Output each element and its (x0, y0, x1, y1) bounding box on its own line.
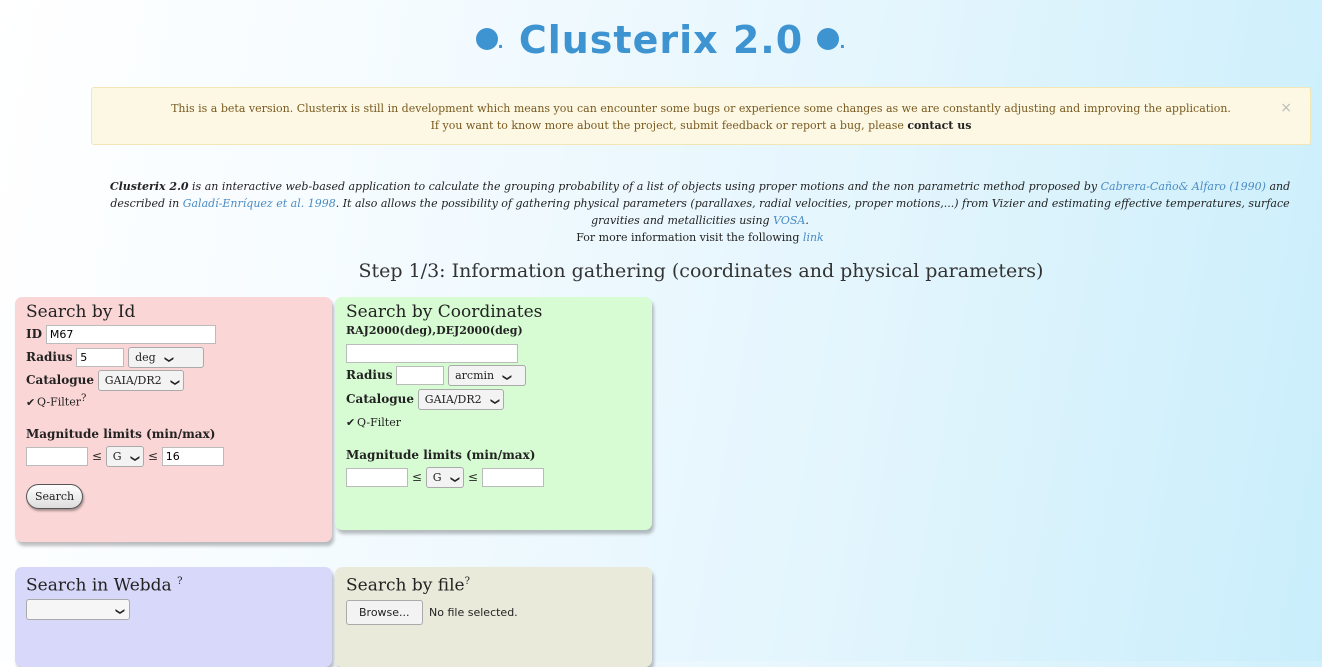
webda-select-row: ❯ (26, 598, 321, 620)
search-by-coordinates-title: Search by Coordinates (346, 302, 543, 322)
intro-text-4: . (805, 214, 809, 227)
mag-band-value: G (112, 449, 122, 463)
coords-mag-band-select[interactable]: G ❯ (425, 467, 465, 488)
coords-catalogue-label: Catalogue (346, 392, 414, 406)
mag-band-select[interactable]: G ❯ (105, 445, 145, 467)
search-in-webda-title: Search in Webda ? (26, 571, 321, 597)
search-by-file-panel: Search by file? Browse... No file select… (335, 567, 652, 667)
leq-symbol: ≤ (91, 448, 102, 463)
webda-title-text: Search in Webda (26, 575, 172, 596)
coordinates-input[interactable] (346, 344, 518, 363)
coordinates-row (346, 343, 641, 363)
coords-magnitude-row: ≤ G ❯ ≤ (346, 466, 641, 488)
qfilter-help-icon[interactable]: ? (81, 393, 86, 404)
beta-alert: This is a beta version. Clusterix is sti… (91, 87, 1311, 145)
galadi-enriquez-link[interactable]: Galadí-Enríquez et al. 1998 (183, 197, 336, 210)
radius-unit-value: deg (135, 351, 156, 364)
radius-input[interactable] (76, 348, 125, 367)
coords-radius-label: Radius (346, 368, 393, 382)
id-label: ID (26, 327, 43, 341)
logo-dot-right-icon (817, 27, 840, 50)
catalogue-label: Catalogue (26, 373, 94, 387)
chevron-down-icon: ❯ (114, 607, 125, 615)
alert-line-2: If you want to know more about the proje… (92, 117, 1310, 134)
file-status: No file selected. (429, 605, 518, 619)
chevron-down-icon: ❯ (162, 355, 173, 364)
logo-dot-left-icon (475, 27, 498, 50)
browse-button[interactable]: Browse... (346, 599, 423, 625)
alert-line-2-text: If you want to know more about the proje… (430, 119, 904, 132)
chevron-down-icon: ❯ (488, 397, 499, 406)
contact-us-link[interactable]: contact us (907, 119, 971, 132)
qfilter-label: Q-Filter (37, 395, 81, 409)
magnitude-limits-label: Magnitude limits (min/max) (26, 426, 216, 441)
webda-select[interactable]: ❯ (26, 598, 130, 620)
chevron-down-icon: ❯ (501, 373, 512, 382)
coords-catalogue-select[interactable]: GAIA/DR2 ❯ (417, 389, 505, 410)
file-input-row: Browse... No file selected. (346, 599, 641, 625)
chevron-down-icon: ❯ (168, 378, 179, 387)
alert-line-1: This is a beta version. Clusterix is sti… (171, 102, 1231, 115)
coords-magnitude-limits-label: Magnitude limits (min/max) (346, 448, 536, 462)
coords-qfilter-row: ✔ Q-Filter (346, 416, 641, 429)
coords-radius-unit-select[interactable]: arcmin ❯ (448, 365, 527, 386)
more-info-text: For more information visit the following (576, 231, 800, 244)
radius-unit-select[interactable]: deg ❯ (128, 347, 205, 368)
radius-row: Radius deg ❯ (26, 346, 321, 368)
coords-radius-input[interactable] (396, 366, 445, 385)
webda-help-icon[interactable]: ? (177, 576, 182, 587)
coords-catalogue-value: GAIA/DR2 (424, 393, 482, 406)
intro-text-3: . It also allows the possibility of gath… (335, 197, 1290, 227)
search-by-coordinates-panel: Search by Coordinates RAJ2000(deg),DEJ20… (335, 297, 652, 530)
coords-mag-min-input[interactable] (346, 468, 408, 487)
search-button[interactable]: Search (26, 483, 84, 509)
catalogue-value: GAIA/DR2 (104, 374, 162, 387)
logo-title: Clusterix 2.0 (518, 18, 804, 62)
alert-close-icon[interactable]: × (1280, 100, 1292, 117)
leq-symbol: ≤ (467, 470, 478, 484)
step-title: Step 1/3: Information gathering (coordin… (358, 260, 1044, 282)
coords-radius-unit-value: arcmin (455, 369, 495, 382)
magnitude-row: ≤ G ❯ ≤ (26, 445, 321, 467)
chevron-down-icon: ❯ (448, 475, 459, 484)
coords-mag-band-value: G (432, 471, 442, 484)
radius-label: Radius (26, 350, 73, 364)
leq-symbol: ≤ (147, 448, 158, 463)
coords-qfilter-label: Q-Filter (357, 416, 401, 429)
leq-symbol: ≤ (411, 470, 422, 484)
qfilter-row: ✔ Q-Filter? (26, 393, 321, 409)
search-button-row: Search (26, 483, 321, 509)
mag-max-input[interactable] (161, 446, 224, 466)
intro-text-1: is an interactive web-based application … (188, 180, 1101, 193)
catalogue-select[interactable]: GAIA/DR2 ❯ (97, 370, 185, 391)
id-row: ID (26, 323, 321, 345)
catalogue-row: Catalogue GAIA/DR2 ❯ (26, 369, 321, 391)
coords-catalogue-row: Catalogue GAIA/DR2 ❯ (346, 388, 641, 410)
app-logo: . Clusterix 2.0 . (0, 18, 1322, 62)
file-title-text: Search by file (346, 575, 465, 596)
cabrera-cano-link[interactable]: Cabrera-Caño& Alfaro (1990) (1101, 180, 1266, 193)
vosa-link[interactable]: VOSA (773, 214, 805, 227)
search-by-id-panel: Search by Id ID Radius deg ❯ Catalogue GA… (15, 297, 332, 542)
intro-description: Clusterix 2.0 is an interactive web-base… (100, 178, 1300, 246)
search-in-webda-panel: Search in Webda ? ❯ (15, 567, 332, 667)
coords-radius-row: Radius arcmin ❯ (346, 364, 641, 386)
chevron-down-icon: ❯ (128, 454, 139, 462)
id-input[interactable] (45, 325, 216, 344)
coordinates-label: RAJ2000(deg),DEJ2000(deg) (346, 324, 523, 337)
search-by-id-title: Search by Id (26, 302, 136, 322)
intro-app-name: Clusterix 2.0 (109, 180, 189, 193)
more-info-link[interactable]: link (803, 231, 824, 244)
mag-min-input[interactable] (26, 446, 88, 466)
qfilter-checkbox[interactable]: ✔ (26, 397, 37, 408)
coords-mag-max-input[interactable] (481, 468, 544, 487)
search-by-file-title: Search by file? (346, 571, 641, 597)
coords-qfilter-checkbox[interactable]: ✔ (346, 417, 357, 428)
file-help-icon[interactable]: ? (465, 576, 470, 587)
